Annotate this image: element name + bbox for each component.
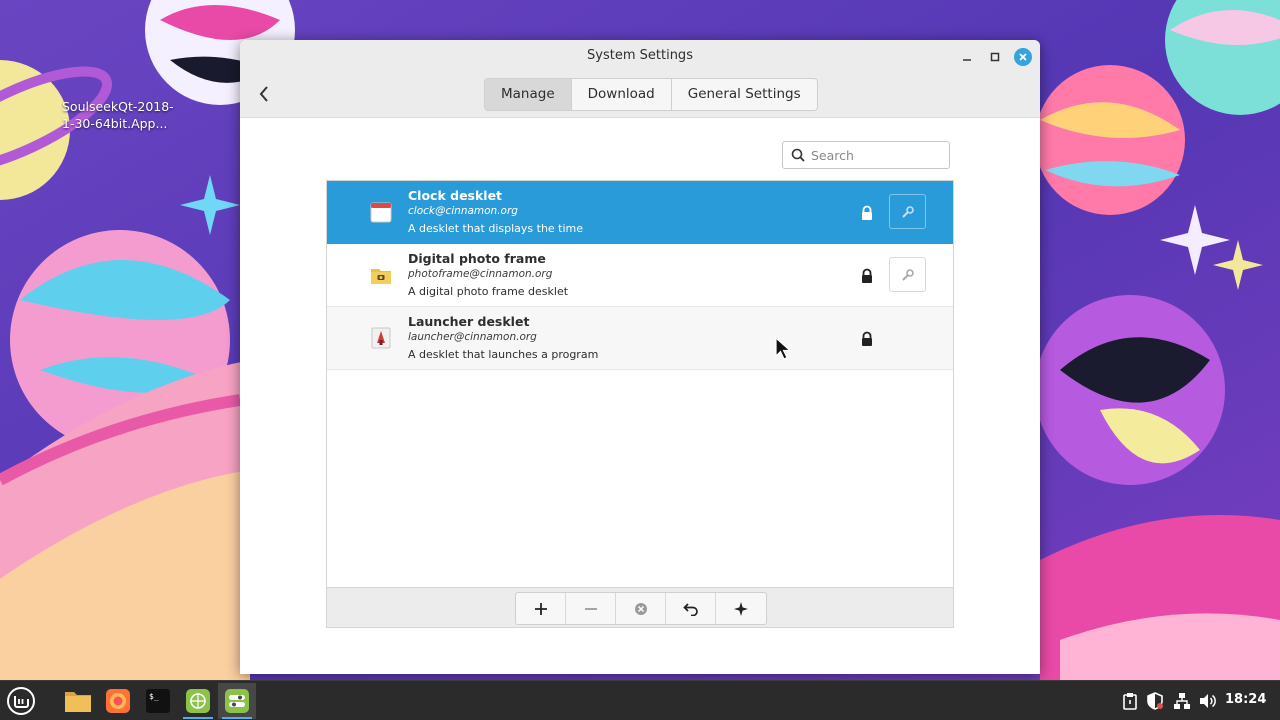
undo-icon bbox=[682, 602, 698, 616]
desklet-description: A desklet that displays the time bbox=[408, 222, 584, 235]
tray-volume[interactable] bbox=[1198, 691, 1218, 711]
desktop-icon-label: SoulseekQt-2018-1-30-64bit.App... bbox=[62, 99, 174, 131]
add-icon bbox=[534, 602, 547, 615]
desklet-list: Clock desklet clock@cinnamon.org A deskl… bbox=[326, 180, 954, 628]
desklet-uuid: clock@cinnamon.org bbox=[408, 205, 518, 217]
firefox-icon bbox=[106, 689, 130, 713]
desklet-row-launcher[interactable]: Launcher desklet launcher@cinnamon.org A… bbox=[327, 307, 953, 370]
tray-network[interactable] bbox=[1172, 691, 1192, 711]
clipboard-icon bbox=[1123, 693, 1137, 710]
search-icon bbox=[791, 148, 805, 162]
terminal-icon: $_ bbox=[146, 689, 170, 713]
list-toolbar bbox=[327, 587, 953, 627]
shield-icon bbox=[1147, 692, 1163, 710]
minimize-icon bbox=[963, 59, 971, 61]
search-field[interactable] bbox=[782, 141, 950, 169]
launcher-icon bbox=[371, 327, 391, 349]
remove-button[interactable] bbox=[566, 593, 616, 624]
svg-text:$_: $_ bbox=[149, 692, 159, 701]
menu-button[interactable] bbox=[2, 683, 40, 719]
taskbar-web-app[interactable] bbox=[179, 683, 217, 719]
settings-icon bbox=[225, 689, 249, 713]
network-icon bbox=[1174, 693, 1190, 709]
chevron-left-icon bbox=[259, 86, 268, 102]
calendar-icon bbox=[370, 202, 392, 223]
taskbar-firefox[interactable] bbox=[99, 683, 137, 719]
taskbar-terminal[interactable]: $_ bbox=[139, 683, 177, 719]
desklet-name: Clock desklet bbox=[408, 188, 503, 203]
desklet-description: A digital photo frame desklet bbox=[408, 285, 569, 298]
minimize-button[interactable] bbox=[956, 47, 978, 67]
tray-clipboard[interactable] bbox=[1120, 691, 1140, 711]
mouse-cursor-icon bbox=[775, 337, 792, 360]
desklet-row-clock[interactable]: Clock desklet clock@cinnamon.org A deskl… bbox=[327, 181, 953, 244]
desklet-row-photoframe[interactable]: Digital photo frame photoframe@cinnamon.… bbox=[327, 244, 953, 307]
maximize-icon bbox=[990, 52, 1000, 62]
window-title: System Settings bbox=[587, 48, 693, 63]
mint-menu-icon bbox=[7, 687, 35, 715]
remove-icon bbox=[584, 607, 597, 610]
maximize-button[interactable] bbox=[984, 47, 1006, 67]
desklet-uuid: photoframe@cinnamon.org bbox=[408, 268, 553, 280]
close-icon bbox=[1014, 48, 1032, 66]
desklet-name: Launcher desklet bbox=[408, 314, 530, 329]
taskbar-files[interactable] bbox=[59, 683, 97, 719]
lock-icon bbox=[862, 268, 872, 283]
tab-general-settings[interactable]: General Settings bbox=[672, 79, 817, 110]
clear-icon bbox=[634, 602, 647, 615]
manage-page: Clock desklet clock@cinnamon.org A deskl… bbox=[240, 118, 1040, 674]
tab-manage[interactable]: Manage bbox=[485, 79, 572, 110]
lock-icon bbox=[862, 331, 872, 346]
desklet-description: A desklet that launches a program bbox=[408, 348, 599, 361]
desklet-name: Digital photo frame bbox=[408, 251, 546, 266]
tab-download[interactable]: Download bbox=[572, 79, 672, 110]
configure-button[interactable] bbox=[889, 257, 926, 292]
clear-button[interactable] bbox=[616, 593, 666, 624]
tab-bar: Manage Download General Settings bbox=[484, 78, 818, 111]
photo-folder-icon bbox=[371, 269, 391, 284]
web-app-icon bbox=[186, 689, 210, 713]
wrench-icon bbox=[901, 205, 914, 218]
desklet-uuid: launcher@cinnamon.org bbox=[408, 331, 537, 343]
close-button[interactable] bbox=[1012, 47, 1034, 67]
wrench-icon bbox=[901, 268, 914, 281]
volume-icon bbox=[1200, 694, 1216, 708]
back-button[interactable] bbox=[254, 82, 274, 106]
undo-button[interactable] bbox=[666, 593, 716, 624]
add-button[interactable] bbox=[516, 593, 566, 624]
toolbar-button-group bbox=[515, 592, 767, 625]
header-bar: System Settings Manage Download General … bbox=[240, 40, 1040, 118]
desktop-icon-soulseek[interactable]: SoulseekQt-2018-1-30-64bit.App... bbox=[62, 98, 182, 132]
configure-button[interactable] bbox=[889, 194, 926, 229]
taskbar-system-settings[interactable] bbox=[218, 683, 256, 719]
lock-icon bbox=[862, 205, 872, 220]
more-desklets-button[interactable] bbox=[716, 593, 766, 624]
system-settings-window: System Settings Manage Download General … bbox=[240, 40, 1040, 674]
taskbar: $_ 18:24 bbox=[0, 680, 1280, 720]
sparkle-icon bbox=[734, 601, 748, 616]
files-icon bbox=[65, 692, 91, 712]
taskbar-clock[interactable]: 18:24 bbox=[1225, 692, 1266, 707]
search-input[interactable] bbox=[811, 147, 941, 163]
tray-update-manager[interactable] bbox=[1145, 691, 1165, 711]
